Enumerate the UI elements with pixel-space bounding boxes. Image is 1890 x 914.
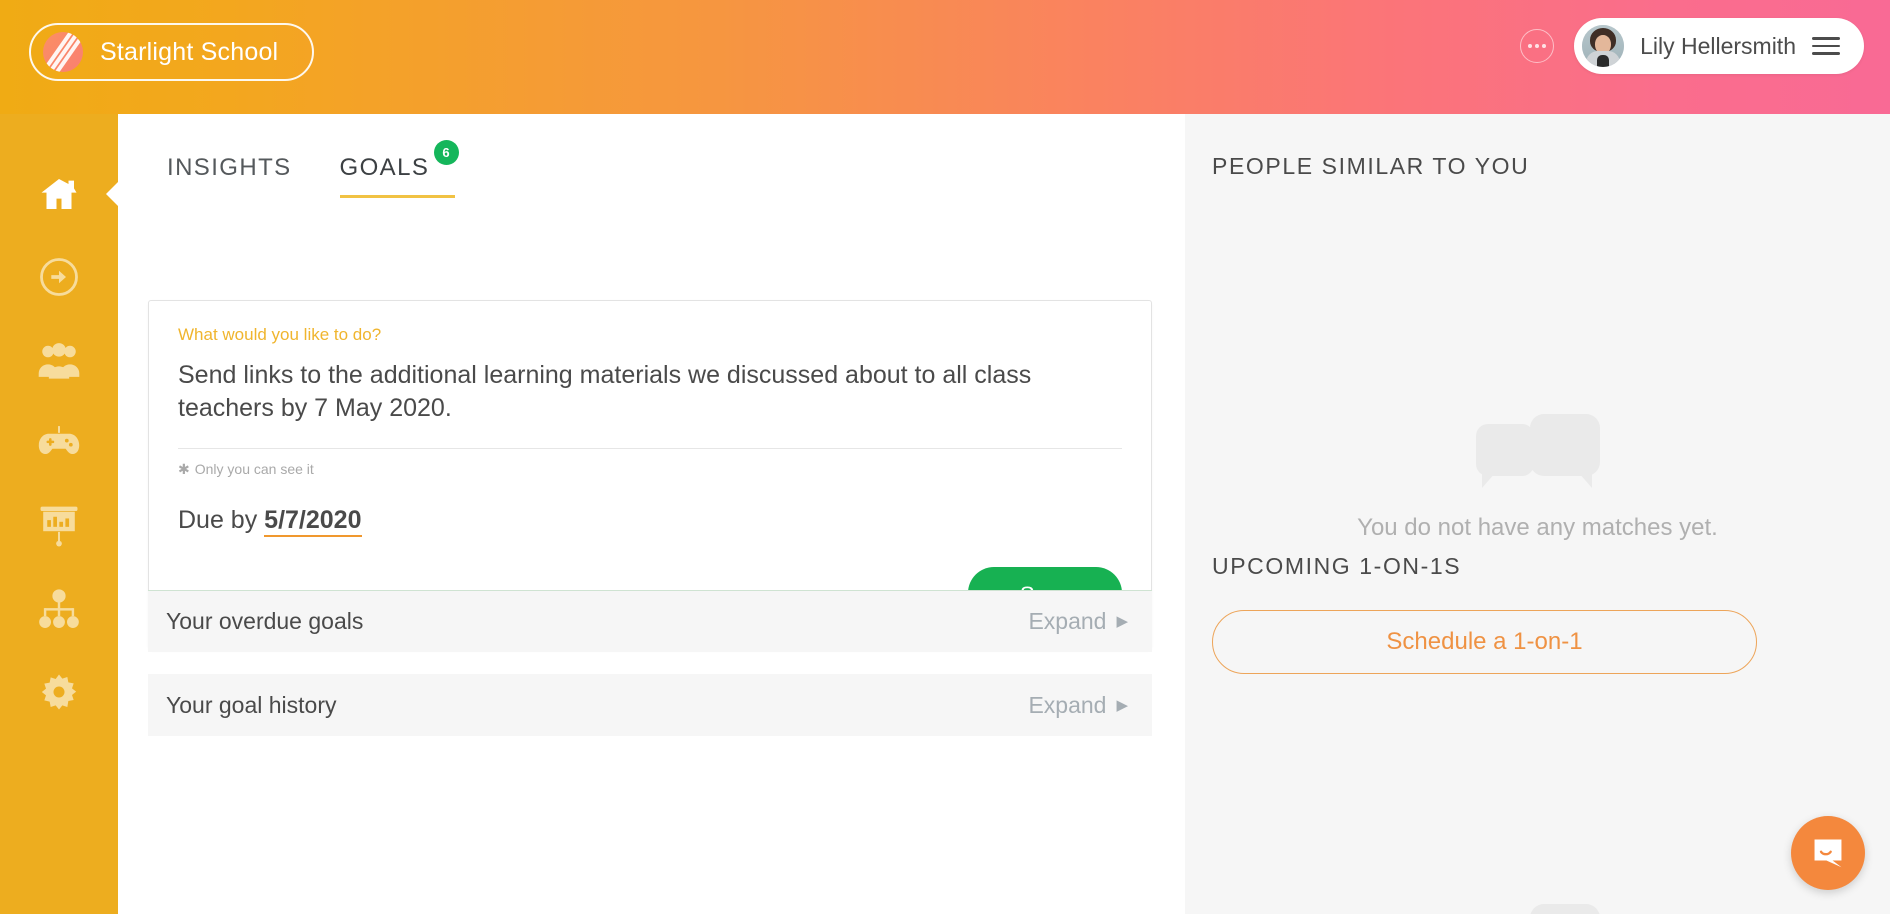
people-similar-heading: PEOPLE SIMILAR TO YOU [1212,153,1530,179]
upcoming-one-on-ones-heading: UPCOMING 1-ON-1S [1212,553,1462,579]
presentation-chart-icon [40,506,78,546]
goal-history-row[interactable]: Your goal history Expand ▶ [148,674,1152,736]
avatar [1582,25,1625,67]
tab-goals-label: GOALS [339,154,430,181]
arrow-right-circle-icon [40,257,78,296]
schedule-one-on-one-button[interactable]: Schedule a 1-on-1 [1212,610,1757,674]
gear-icon [41,674,77,709]
goal-history-expand[interactable]: Expand ▶ [1028,692,1128,719]
org-chart-icon [39,588,79,628]
ellipsis-icon[interactable] [1520,29,1555,63]
speech-bubbles-icon [1185,414,1890,488]
goal-text-input[interactable]: Send links to the additional learning ma… [178,359,1122,449]
goal-privacy-note: ✱ Only you can see it [178,461,1122,478]
goal-due-date[interactable]: 5/7/2020 [264,505,362,537]
asterisk-icon: ✱ [178,460,190,477]
left-nav-sidebar [0,114,119,914]
goals-count-badge: 6 [434,140,460,165]
brand-name: Starlight School [100,37,279,66]
overdue-goals-expand[interactable]: Expand ▶ [1028,608,1128,635]
tab-goals[interactable]: GOALS 6 [339,140,460,198]
chat-bubble-smile-icon [1814,839,1842,868]
hamburger-menu-icon[interactable] [1812,37,1840,55]
goal-history-title: Your goal history [166,691,337,718]
sidebar-item-settings[interactable] [0,650,118,733]
header-right-group: Lily Hellersmith [1520,18,1864,74]
game-controller-icon [38,425,80,454]
sidebar-item-games[interactable] [0,401,118,484]
app-header: Starlight School Lily Hellersmith [0,0,1890,114]
app-root: Starlight School Lily Hellersmith INSIGH… [0,0,1890,914]
sidebar-item-org-chart[interactable] [0,567,118,650]
people-empty-text: You do not have any matches yet. [1357,514,1718,541]
active-nav-pointer [106,180,119,207]
speech-bubbles-icon-bottom [1185,904,1890,914]
home-icon [41,178,77,209]
user-name: Lily Hellersmith [1640,32,1796,59]
goal-due-row: Due by 5/7/2020 [178,505,1122,537]
user-menu[interactable]: Lily Hellersmith [1574,18,1864,74]
goal-prompt-label: What would you like to do? [178,325,382,344]
overdue-goals-title: Your overdue goals [166,608,364,634]
goal-privacy-text: Only you can see it [194,461,314,477]
main-content-panel: INSIGHTS GOALS 6 What would you like to … [118,114,1185,914]
intercom-launcher-button[interactable] [1791,816,1865,890]
tab-insights[interactable]: INSIGHTS [167,154,292,198]
chevron-right-icon: ▶ [1116,613,1128,630]
goal-due-prefix: Due by [178,505,258,534]
sidebar-item-home[interactable] [0,152,119,235]
history-expand-label: Expand [1028,691,1107,718]
sidebar-item-reports[interactable] [0,484,118,567]
stripes-circle-logo-icon [43,32,83,72]
overdue-goals-row[interactable]: Your overdue goals Expand ▶ [148,590,1152,652]
brand-logo[interactable]: Starlight School [29,23,315,81]
content-tabs: INSIGHTS GOALS 6 [167,140,460,198]
people-group-icon [38,342,80,379]
sidebar-item-checkin[interactable] [0,235,118,318]
right-sidebar: PEOPLE SIMILAR TO YOU You do not have an… [1185,114,1890,914]
overdue-expand-label: Expand [1028,608,1107,634]
chevron-right-icon: ▶ [1116,696,1128,714]
sidebar-item-people[interactable] [0,318,118,401]
